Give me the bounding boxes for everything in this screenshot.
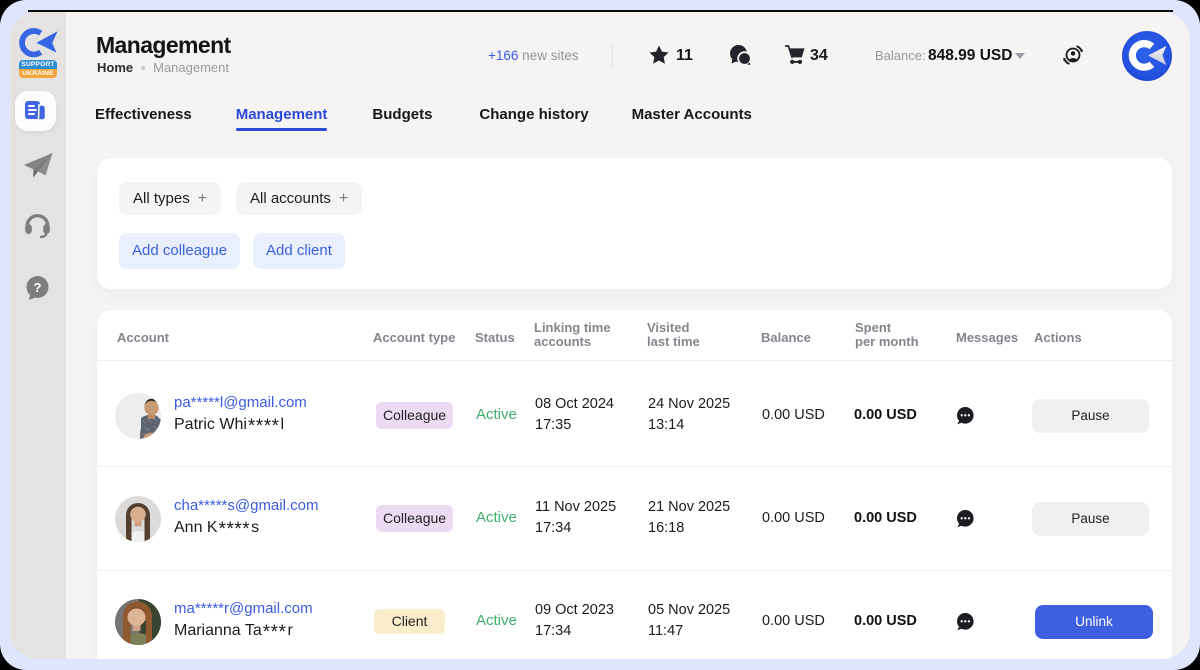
svg-text:?: ? — [34, 280, 42, 295]
